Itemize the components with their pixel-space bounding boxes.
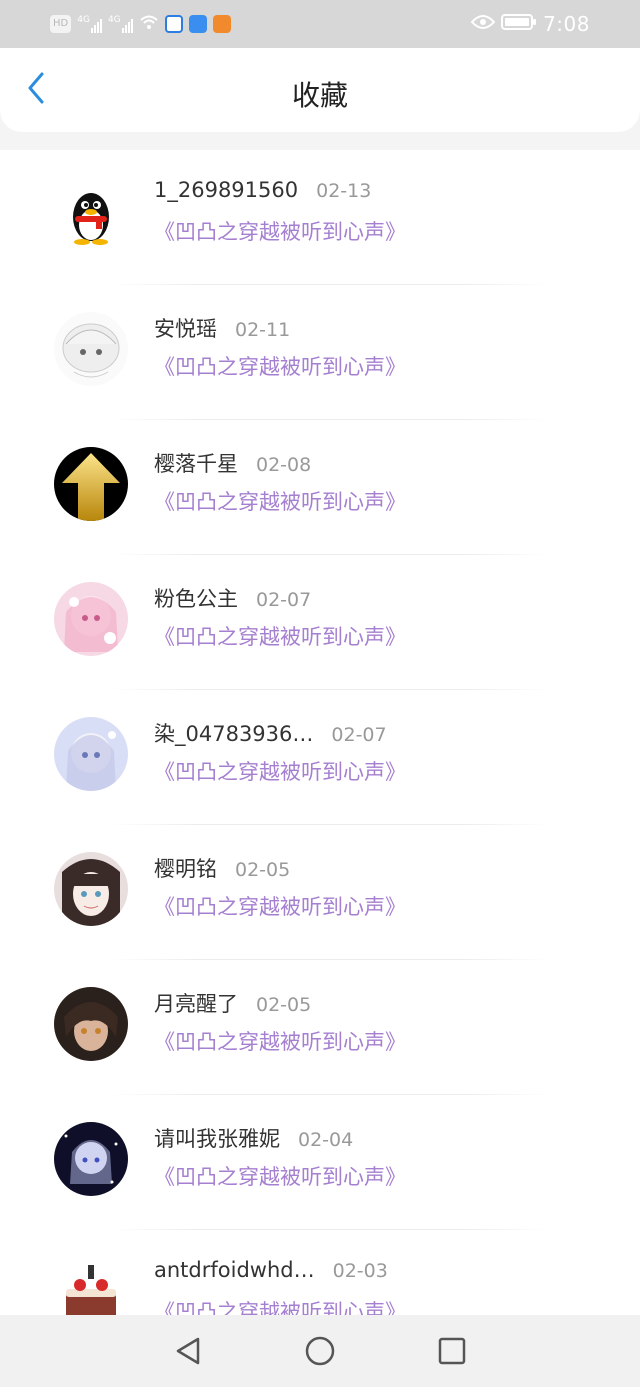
- favorite-date: 02-11: [235, 319, 291, 341]
- user-name[interactable]: 染_04783936…: [154, 718, 313, 748]
- avatar[interactable]: [54, 177, 128, 251]
- avatar[interactable]: [54, 312, 128, 386]
- list-item[interactable]: 染_04783936… 02-07 《凹凸之穿越被听到心声》: [0, 690, 640, 825]
- avatar[interactable]: [54, 1257, 128, 1315]
- list-item[interactable]: antdrfoidwhd… 02-03 《凹凸之穿越被听到心声》: [0, 1230, 640, 1315]
- book-title-link[interactable]: 《凹凸之穿越被听到心声》: [154, 1296, 406, 1315]
- favorite-date: 02-07: [256, 589, 312, 611]
- book-title-link[interactable]: 《凹凸之穿越被听到心声》: [154, 1161, 406, 1191]
- status-left: HD 4G 4G: [50, 14, 231, 34]
- avatar[interactable]: [54, 1122, 128, 1196]
- triangle-back-icon: [176, 1337, 200, 1365]
- name-line: antdrfoidwhd… 02-03: [154, 1258, 388, 1282]
- status-bar: HD 4G 4G 7:08: [0, 0, 640, 48]
- header: 收藏: [0, 48, 640, 132]
- orange-play-app-icon: [212, 15, 231, 33]
- name-line: 月亮醒了 02-05: [154, 988, 311, 1018]
- clock: 7:08: [543, 12, 590, 36]
- favorite-date: 02-13: [316, 180, 372, 202]
- avatar[interactable]: [54, 852, 128, 926]
- name-line: 粉色公主 02-07: [154, 583, 311, 613]
- book-title-link[interactable]: 《凹凸之穿越被听到心声》: [154, 1026, 406, 1056]
- book-title-link[interactable]: 《凹凸之穿越被听到心声》: [154, 756, 406, 786]
- name-line: 樱落千星 02-08: [154, 448, 311, 478]
- user-name[interactable]: 樱明铭: [154, 853, 217, 883]
- list-item[interactable]: 1_269891560 02-13 《凹凸之穿越被听到心声》: [0, 150, 640, 285]
- nav-back-button[interactable]: [168, 1331, 208, 1371]
- system-nav-bar: [0, 1315, 640, 1387]
- eye-icon: [470, 14, 496, 34]
- name-line: 染_04783936… 02-07: [154, 718, 387, 748]
- square-recents-icon: [438, 1337, 466, 1365]
- list-item[interactable]: 樱落千星 02-08 《凹凸之穿越被听到心声》: [0, 420, 640, 555]
- list-item[interactable]: 请叫我张雅妮 02-04 《凹凸之穿越被听到心声》: [0, 1095, 640, 1230]
- name-line: 1_269891560 02-13: [154, 178, 371, 202]
- user-name[interactable]: 请叫我张雅妮: [154, 1123, 280, 1153]
- book-title-link[interactable]: 《凹凸之穿越被听到心声》: [154, 891, 406, 921]
- book-title-link[interactable]: 《凹凸之穿越被听到心声》: [154, 351, 406, 381]
- favorite-date: 02-07: [331, 724, 387, 746]
- user-name[interactable]: 樱落千星: [154, 448, 238, 478]
- signal-icon: 4G: [108, 15, 133, 33]
- blue-app-icon: [188, 15, 207, 33]
- book-title-link[interactable]: 《凹凸之穿越被听到心声》: [154, 216, 406, 246]
- wifi-icon: [139, 14, 159, 34]
- battery-icon: [501, 13, 537, 35]
- nav-home-button[interactable]: [300, 1331, 340, 1371]
- name-line: 安悦瑶 02-11: [154, 313, 290, 343]
- status-right: 7:08: [470, 12, 590, 36]
- signal-label: 4G: [77, 15, 90, 25]
- name-line: 樱明铭 02-05: [154, 853, 290, 883]
- avatar[interactable]: [54, 447, 128, 521]
- favorite-date: 02-05: [256, 994, 312, 1016]
- circle-home-icon: [305, 1336, 335, 1366]
- hd-badge: HD: [50, 15, 72, 33]
- user-name[interactable]: antdrfoidwhd…: [154, 1258, 315, 1282]
- user-name[interactable]: 安悦瑶: [154, 313, 217, 343]
- shield-app-icon: [164, 15, 183, 33]
- signal-icon: 4G: [77, 15, 102, 33]
- list-item[interactable]: 粉色公主 02-07 《凹凸之穿越被听到心声》: [0, 555, 640, 690]
- name-line: 请叫我张雅妮 02-04: [154, 1123, 353, 1153]
- favorite-date: 02-04: [298, 1129, 354, 1151]
- list-item[interactable]: 樱明铭 02-05 《凹凸之穿越被听到心声》: [0, 825, 640, 960]
- page-title: 收藏: [291, 79, 348, 112]
- nav-recents-button[interactable]: [432, 1331, 472, 1371]
- list-item[interactable]: 月亮醒了 02-05 《凹凸之穿越被听到心声》: [0, 960, 640, 1095]
- avatar[interactable]: [54, 582, 128, 656]
- signal-label: 4G: [107, 15, 121, 25]
- book-title-link[interactable]: 《凹凸之穿越被听到心声》: [154, 621, 406, 651]
- favorite-date: 02-08: [256, 454, 312, 476]
- avatar[interactable]: [54, 717, 128, 791]
- avatar[interactable]: [54, 987, 128, 1061]
- user-name[interactable]: 粉色公主: [154, 583, 238, 613]
- favorite-date: 02-05: [235, 859, 291, 881]
- user-name[interactable]: 月亮醒了: [154, 988, 238, 1018]
- list-item[interactable]: 安悦瑶 02-11 《凹凸之穿越被听到心声》: [0, 285, 640, 420]
- favorites-list: 1_269891560 02-13 《凹凸之穿越被听到心声》 安悦瑶 02-11 《凹凸之…: [0, 150, 640, 1315]
- book-title-link[interactable]: 《凹凸之穿越被听到心声》: [154, 486, 406, 516]
- favorite-date: 02-03: [332, 1260, 388, 1282]
- user-name[interactable]: 1_269891560: [154, 178, 298, 202]
